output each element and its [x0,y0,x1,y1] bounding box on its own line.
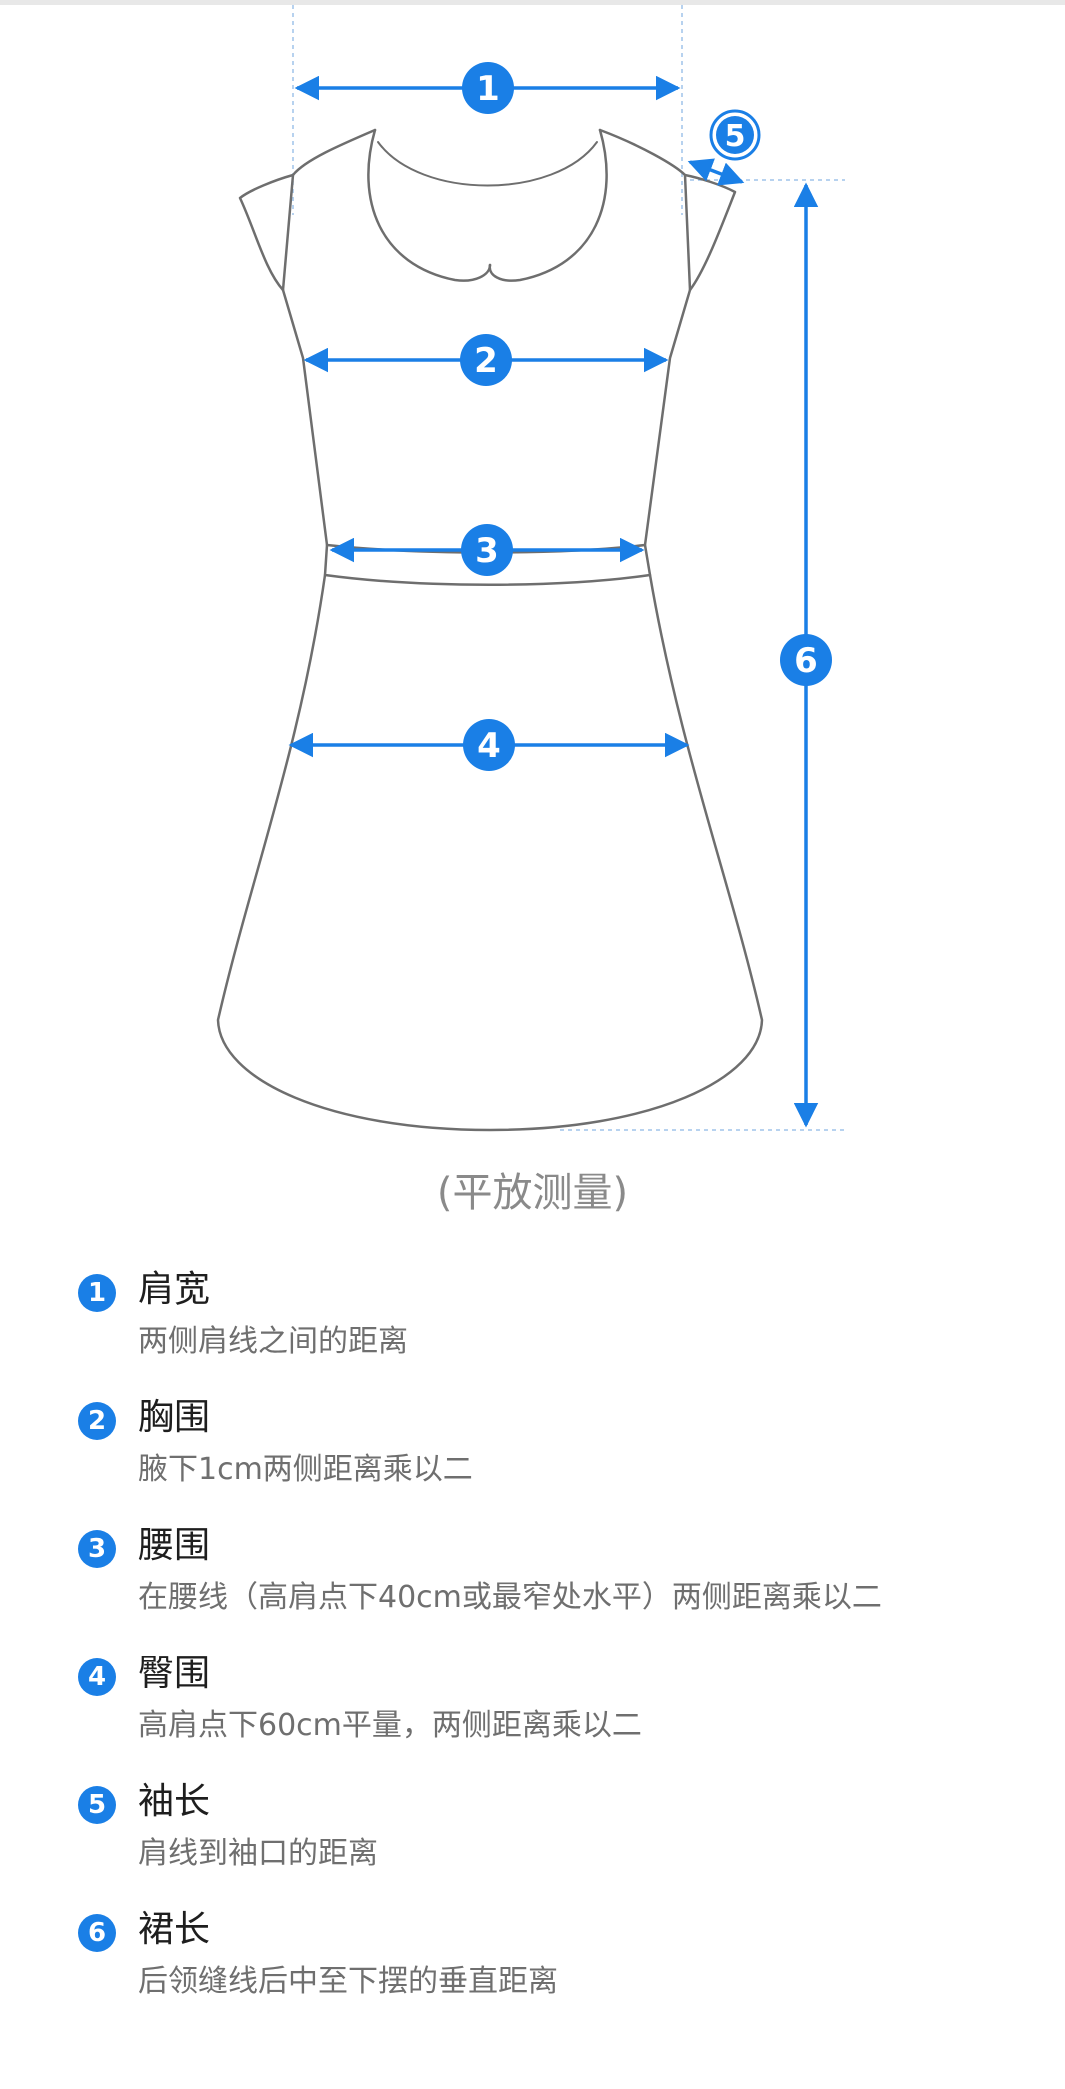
marker-chest-label: 2 [474,341,498,381]
legend-item-chest: 2 胸围 腋下1cm两侧距离乘以二 [78,1390,1038,1518]
legend-item-waist: 3 腰围 在腰线（高肩点下40cm或最窄处水平）两侧距离乘以二 [78,1518,1038,1646]
legend-badge: 5 [78,1786,116,1824]
marker-hip-label: 4 [477,726,501,766]
right-sleeve [683,173,737,292]
marker-waist: 3 [461,524,513,576]
marker-length: 6 [780,634,832,686]
legend-description: 后领缝线后中至下摆的垂直距离 [138,1964,558,1999]
legend-title: 袖长 [138,1781,211,1822]
dress-measurement-diagram: 1 2 3 4 5 6 [216,5,845,1132]
skirt [216,573,764,1132]
legend-title: 臀围 [138,1653,211,1694]
marker-shoulder: 1 [462,62,514,114]
legend-title: 肩宽 [138,1269,211,1310]
legend-item-length: 6 裙长 后领缝线后中至下摆的垂直距离 [78,1902,1038,2030]
marker-sleeve-label: 5 [725,119,746,154]
legend-badge: 2 [78,1402,116,1440]
legend-description: 两侧肩线之间的距离 [138,1324,408,1359]
legend-item-shoulder: 1 肩宽 两侧肩线之间的距离 [78,1262,1038,1390]
neckline [377,141,598,187]
marker-length-label: 6 [794,641,818,681]
legend-title: 裙长 [138,1909,211,1950]
legend-badge: 1 [78,1274,116,1312]
legend-description: 肩线到袖口的距离 [138,1836,378,1871]
legend-title: 腰围 [138,1525,211,1566]
legend-badge: 6 [78,1914,116,1952]
guide-lines [292,5,845,1131]
measurement-legend: 1 肩宽 两侧肩线之间的距离 2 胸围 腋下1cm两侧距离乘以二 3 腰围 在腰… [78,1262,1038,2030]
marker-chest: 2 [460,334,512,386]
legend-title: 胸围 [138,1397,211,1438]
marker-hip: 4 [463,719,515,771]
legend-item-sleeve: 5 袖长 肩线到袖口的距离 [78,1774,1038,1902]
measurement-markers: 1 2 3 4 5 6 [460,62,832,771]
marker-shoulder-label: 1 [476,69,500,109]
legend-description: 腋下1cm两侧距离乘以二 [138,1452,473,1487]
dress-outline [216,128,764,1132]
diagram-caption: (平放测量) [436,1170,629,1216]
legend-item-hip: 4 臀围 高肩点下60cm平量，两侧距离乘以二 [78,1646,1038,1774]
marker-waist-label: 3 [475,531,499,571]
legend-badge: 3 [78,1530,116,1568]
legend-badge: 4 [78,1658,116,1696]
legend-description: 高肩点下60cm平量，两侧距离乘以二 [138,1708,642,1743]
marker-sleeve: 5 [709,109,761,161]
legend-description: 在腰线（高肩点下40cm或最窄处水平）两侧距离乘以二 [138,1580,882,1615]
measurement-arrows [288,75,819,1128]
